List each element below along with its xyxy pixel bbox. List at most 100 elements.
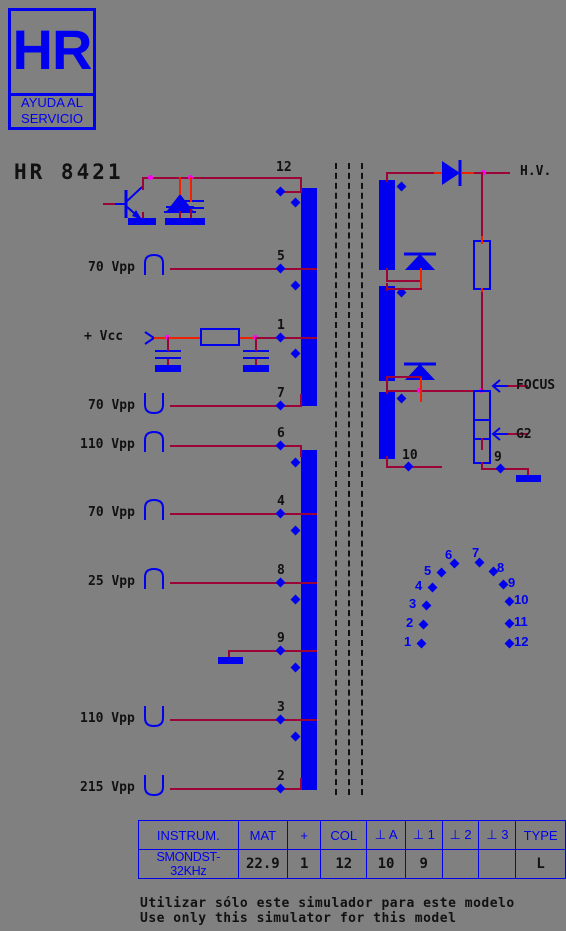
pin-label-4: 4 xyxy=(277,494,285,509)
table-cell-gnd-1: 9 xyxy=(404,849,443,879)
core-line-2 xyxy=(348,163,350,795)
wire-d2-to-coil2 xyxy=(386,288,422,290)
pinout-label-6: 6 xyxy=(445,547,453,562)
table-cell-gnd-3 xyxy=(478,849,517,879)
core-line-1 xyxy=(335,163,337,795)
waveform-hump-6 xyxy=(144,430,164,452)
pin-label-3: 3 xyxy=(277,700,285,715)
secondary-coil-1 xyxy=(379,180,395,270)
wire-pin7-up xyxy=(300,394,302,406)
pinout-label-11: 11 xyxy=(514,614,528,629)
pin-dot-4-aux xyxy=(290,525,301,536)
table-header-plus: + xyxy=(287,820,322,850)
logo-mark-text: HR xyxy=(11,11,93,96)
pin-label-5: 5 xyxy=(277,249,285,264)
wire-hv-to-divider xyxy=(481,172,483,240)
row-label-4: 70 Vpp xyxy=(88,505,135,520)
table-cell-instrum: SMONDST-32KHz xyxy=(138,849,239,879)
table-cell-gnd-a: 10 xyxy=(366,849,406,879)
logo-subtitle-line1: AYUDA AL xyxy=(21,95,83,110)
table-cell-gnd-2 xyxy=(441,849,480,879)
table-header-gnd-2: ⊥ 2 xyxy=(441,820,480,850)
pin-dot-8 xyxy=(275,577,286,588)
secondary-dot-3 xyxy=(396,393,407,404)
row-label-2: 215 Vpp xyxy=(80,780,135,795)
pin-dot-9-secondary xyxy=(495,463,506,474)
table-header-mat: MAT xyxy=(237,820,289,850)
pinout-label-8: 8 xyxy=(497,560,505,575)
wire-pin9-left xyxy=(228,650,317,652)
g2-label: G2 xyxy=(516,427,532,442)
pinout-dot-3 xyxy=(421,600,432,611)
row-label-3: 110 Vpp xyxy=(80,711,135,726)
instrument-data-table: INSTRUM. MAT + COL ⊥ A ⊥ 1 ⊥ 2 ⊥ 3 TYPE … xyxy=(138,820,566,879)
table-header-col: COL xyxy=(320,820,368,850)
wire-coil3-up xyxy=(386,376,388,394)
table-header-gnd-1: ⊥ 1 xyxy=(404,820,443,850)
table-cell-plus: 1 xyxy=(287,849,322,879)
wire-pin12-top xyxy=(142,177,302,179)
secondary-coil-2 xyxy=(379,286,395,381)
potentiometer-g2[interactable] xyxy=(473,419,491,464)
ground-bar-cap2 xyxy=(155,365,181,372)
wire-zener-top xyxy=(179,177,181,195)
pin-label-12: 12 xyxy=(276,160,292,175)
pinout-label-1: 1 xyxy=(404,634,412,649)
pin-dot-10 xyxy=(403,461,414,472)
pin-label-9-secondary: 9 xyxy=(494,450,502,465)
pinout-dot-5 xyxy=(436,567,447,578)
wire-coil2-up xyxy=(386,283,388,291)
wire-vcc-mid xyxy=(170,337,202,339)
waveform-u-2 xyxy=(144,775,164,797)
wire-pin2-up xyxy=(300,778,302,789)
pin-dot-5 xyxy=(275,263,286,274)
pin-dot-3 xyxy=(275,714,286,725)
pin-dot-1-aux xyxy=(290,348,301,359)
footer-spanish: Utilizar sólo este simulador para este m… xyxy=(140,896,515,911)
ground-bar-pin9 xyxy=(218,657,243,664)
pin-dot-9-primary-aux xyxy=(290,662,301,673)
waveform-hump-5 xyxy=(144,253,164,275)
pinout-label-10: 10 xyxy=(514,592,529,607)
footer-english: Use only this simulator for this model xyxy=(140,911,457,926)
pinout-dot-12 xyxy=(504,638,515,649)
table-header-type: TYPE xyxy=(515,820,566,850)
waveform-u-7 xyxy=(144,393,164,415)
wire-transistor-base xyxy=(103,203,115,205)
pinout-dot-2 xyxy=(418,619,429,630)
junction-dot-12a xyxy=(148,175,153,180)
pin-label-9-primary: 9 xyxy=(277,631,285,646)
wire-d2-down xyxy=(420,268,422,290)
pinout-label-5: 5 xyxy=(424,563,432,578)
table-row: SMONDST-32KHz 22.9 1 12 10 9 L xyxy=(138,849,566,879)
wire-pin4 xyxy=(170,513,317,515)
pin-dot-5-aux xyxy=(290,280,301,291)
wire-cap3-top xyxy=(255,337,257,351)
connector-pinout-diagram: 1 2 3 4 5 6 7 8 9 10 11 12 xyxy=(396,540,536,655)
core-line-3 xyxy=(361,163,363,795)
pin-label-6: 6 xyxy=(277,426,285,441)
row-label-vcc: + Vcc xyxy=(84,329,124,344)
logo-subtitle-line2: SERVICIO xyxy=(21,111,83,126)
pin-dot-4 xyxy=(275,508,286,519)
waveform-u-3 xyxy=(144,706,164,728)
pinout-label-2: 2 xyxy=(406,615,414,630)
pinout-label-4: 4 xyxy=(415,578,423,593)
table-header-gnd-3: ⊥ 3 xyxy=(478,820,517,850)
pinout-label-9: 9 xyxy=(508,575,516,590)
waveform-hump-8 xyxy=(144,567,164,589)
row-label-5: 70 Vpp xyxy=(88,260,135,275)
pin-dot-2 xyxy=(275,783,286,794)
primary-coil-lower xyxy=(301,450,317,790)
focus-label: FOCUS xyxy=(516,378,556,393)
table-cell-mat: 22.9 xyxy=(237,849,289,879)
pinout-dot-10 xyxy=(504,596,515,607)
pin-label-2: 2 xyxy=(277,769,285,784)
pin-label-10: 10 xyxy=(402,448,418,463)
wire-cap2-top xyxy=(167,337,169,351)
table-cell-col: 12 xyxy=(320,849,368,879)
wire-hv-out xyxy=(474,172,510,174)
resistor-vcc xyxy=(200,328,240,346)
table-header-row: INSTRUM. MAT + COL ⊥ A ⊥ 1 ⊥ 2 ⊥ 3 TYPE xyxy=(138,820,566,850)
pin-dot-8-aux xyxy=(290,594,301,605)
